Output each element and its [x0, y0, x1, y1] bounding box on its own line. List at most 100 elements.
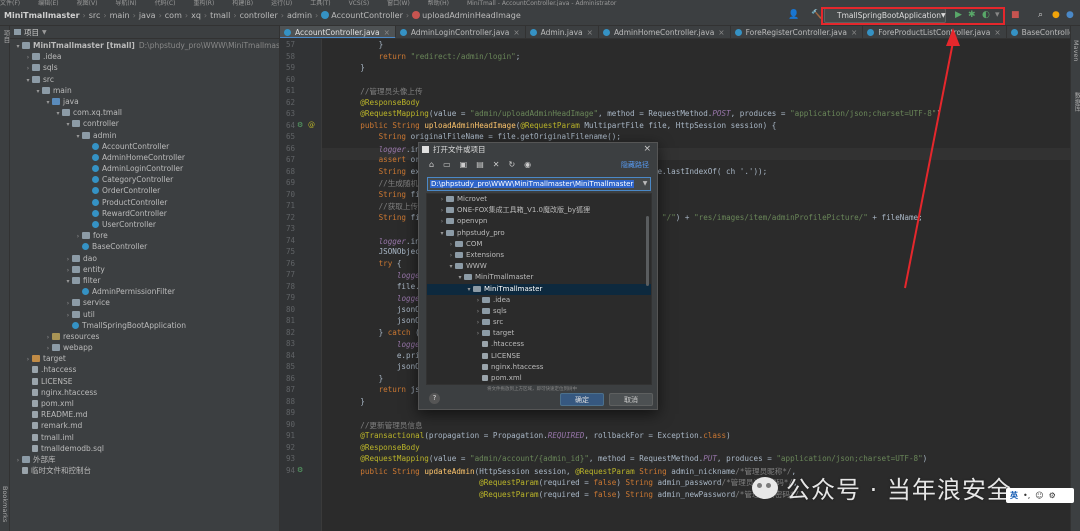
tree-item[interactable]: RewardController	[10, 208, 279, 219]
tree-item[interactable]: › target	[10, 353, 279, 364]
bookmarks-tool-tab[interactable]: Bookmarks	[1, 486, 9, 522]
breadcrumb-item[interactable]: xq	[188, 11, 204, 20]
breadcrumb-item[interactable]: src	[86, 11, 104, 20]
tree-item[interactable]: tmall.iml	[10, 432, 279, 443]
expand-arrow-icon[interactable]: ▾	[438, 228, 446, 239]
editor-tab[interactable]: AdminHomeController.java ×	[599, 26, 731, 38]
tree-item[interactable]: AdminHomeController	[10, 152, 279, 163]
expand-arrow-icon[interactable]: ›	[474, 328, 482, 339]
tree-item[interactable]: › fore	[10, 230, 279, 241]
tree-item[interactable]: BaseController	[10, 241, 279, 252]
new-folder-icon[interactable]: ▤	[476, 160, 484, 169]
ime-punctuation-icon[interactable]: •,	[1023, 491, 1030, 500]
editor-tab[interactable]: AccountController.java ×	[280, 26, 396, 38]
chevron-down-icon[interactable]: ▼	[42, 29, 47, 36]
gutter-run-icon[interactable]: ⚙	[297, 121, 303, 129]
breadcrumb-item[interactable]: com	[162, 11, 185, 20]
breadcrumb-item[interactable]: MiniTmallmaster	[0, 11, 83, 20]
expand-arrow-icon[interactable]: ›	[447, 250, 455, 261]
dialog-tree-item[interactable]: nginx.htaccess	[427, 362, 651, 373]
tree-item[interactable]: ▾ controller	[10, 118, 279, 129]
dialog-tree-item[interactable]: › .idea	[427, 295, 651, 306]
tree-item[interactable]: nginx.htaccess	[10, 387, 279, 398]
tree-item[interactable]: › .idea	[10, 51, 279, 62]
show-hidden-icon[interactable]: ◉	[524, 160, 531, 169]
ok-button[interactable]: 确定	[560, 393, 604, 406]
home-icon[interactable]: ⌂	[429, 160, 434, 169]
stop-icon[interactable]: ■	[1011, 11, 1020, 20]
expand-arrow-icon[interactable]: ▾	[456, 272, 464, 283]
expand-arrow-icon[interactable]: ›	[474, 306, 482, 317]
breadcrumb-item[interactable]: AccountController	[318, 11, 406, 20]
search-icon[interactable]: ⌕	[1038, 11, 1043, 20]
breadcrumb-item[interactable]: main	[107, 11, 133, 20]
expand-arrow-icon[interactable]: ▾	[447, 261, 455, 272]
ime-emoji-icon[interactable]: ☺	[1035, 491, 1043, 500]
tree-item[interactable]: remark.md	[10, 420, 279, 431]
close-icon[interactable]: ×	[994, 28, 1000, 37]
expand-arrow-icon[interactable]: ›	[474, 295, 482, 306]
expand-arrow-icon[interactable]: ›	[438, 205, 446, 216]
breadcrumb-item[interactable]: admin	[284, 11, 315, 20]
cancel-button[interactable]: 取消	[609, 393, 653, 406]
update-icon[interactable]: ●	[1052, 11, 1060, 20]
tree-item[interactable]: OrderController	[10, 185, 279, 196]
tree-item[interactable]: AccountController	[10, 141, 279, 152]
editor-tab[interactable]: Admin.java ×	[526, 26, 599, 38]
expand-arrow-icon[interactable]: ›	[438, 216, 446, 227]
expand-arrow-icon[interactable]: ▾	[465, 284, 473, 295]
tree-item[interactable]: › 外部库	[10, 454, 279, 465]
breadcrumb-item[interactable]: java	[136, 11, 159, 20]
breadcrumb-item[interactable]: tmall	[207, 11, 233, 20]
chevron-down-icon[interactable]: ▼	[640, 178, 650, 190]
dialog-tree-item[interactable]: › COM	[427, 239, 651, 250]
directory-tree[interactable]: › Microvet › ONE-FOX集成工具箱_V1.0魔改版_by狐狸 › open…	[426, 193, 652, 385]
tree-item[interactable]: › service	[10, 297, 279, 308]
expand-arrow-icon[interactable]: ›	[447, 239, 455, 250]
tree-item[interactable]: › entity	[10, 264, 279, 275]
dialog-tree-item[interactable]: › Microvet	[427, 194, 651, 205]
breadcrumb-item[interactable]: uploadAdminHeadImage	[409, 11, 524, 20]
editor-tab[interactable]: ForeProductListController.java ×	[863, 26, 1007, 38]
editor-tab[interactable]: ForeRegisterController.java ×	[731, 26, 864, 38]
tree-item[interactable]: CategoryController	[10, 174, 279, 185]
tree-item[interactable]: AdminPermissionFilter	[10, 286, 279, 297]
dialog-tree-item[interactable]: › openvpn	[427, 216, 651, 227]
maven-tool-tab[interactable]: Maven	[1072, 40, 1080, 62]
expand-arrow-icon[interactable]: ›	[438, 194, 446, 205]
tree-item[interactable]: ▾ java	[10, 96, 279, 107]
tree-item[interactable]: tmalldemodb.sql	[10, 443, 279, 454]
tree-item[interactable]: › webapp	[10, 342, 279, 353]
tab-overflow-chevron-icon[interactable]: ⌄	[1056, 28, 1062, 36]
tree-item[interactable]: ▾ src	[10, 74, 279, 85]
tree-item[interactable]: LICENSE	[10, 376, 279, 387]
tree-item[interactable]: ▾ admin	[10, 130, 279, 141]
dialog-tree-item[interactable]: › target	[427, 328, 651, 339]
tree-item[interactable]: ▾ filter	[10, 275, 279, 286]
tree-item[interactable]: › sqls	[10, 62, 279, 73]
tree-item[interactable]: › resources	[10, 331, 279, 342]
close-icon[interactable]: ×	[643, 143, 651, 156]
dialog-tree-item[interactable]: › src	[427, 317, 651, 328]
tree-item[interactable]: TmallSpringBootApplication	[10, 320, 279, 331]
close-icon[interactable]: ×	[851, 28, 857, 37]
tree-item[interactable]: .htaccess	[10, 364, 279, 375]
database-tool-tab[interactable]: 数据库	[1072, 92, 1080, 112]
breadcrumb-item[interactable]: controller	[237, 11, 281, 20]
dialog-tree-item[interactable]: ▾ WWW	[427, 261, 651, 272]
dialog-tree-item[interactable]: › Extensions	[427, 250, 651, 261]
gutter-run-icon[interactable]: ⚙	[297, 466, 303, 474]
tree-item[interactable]: › dao	[10, 253, 279, 264]
dialog-tree-item[interactable]: › sqls	[427, 306, 651, 317]
ime-language-indicator[interactable]: 英	[1010, 490, 1018, 501]
help-button[interactable]: ?	[429, 393, 440, 404]
tree-item[interactable]: pom.xml	[10, 398, 279, 409]
dialog-tree-item[interactable]: .htaccess	[427, 339, 651, 350]
tree-item[interactable]: 临时文件和控制台	[10, 465, 279, 476]
delete-icon[interactable]: ✕	[493, 160, 500, 169]
path-input[interactable]: D:\phpstudy_pro\WWW\MiniTmallmaster\Mini…	[427, 177, 651, 191]
project-dir-icon[interactable]: ▣	[460, 160, 468, 169]
desktop-icon[interactable]: ▭	[443, 160, 451, 169]
dialog-tree-item[interactable]: LICENSE	[427, 351, 651, 362]
tree-item[interactable]: README.md	[10, 409, 279, 420]
